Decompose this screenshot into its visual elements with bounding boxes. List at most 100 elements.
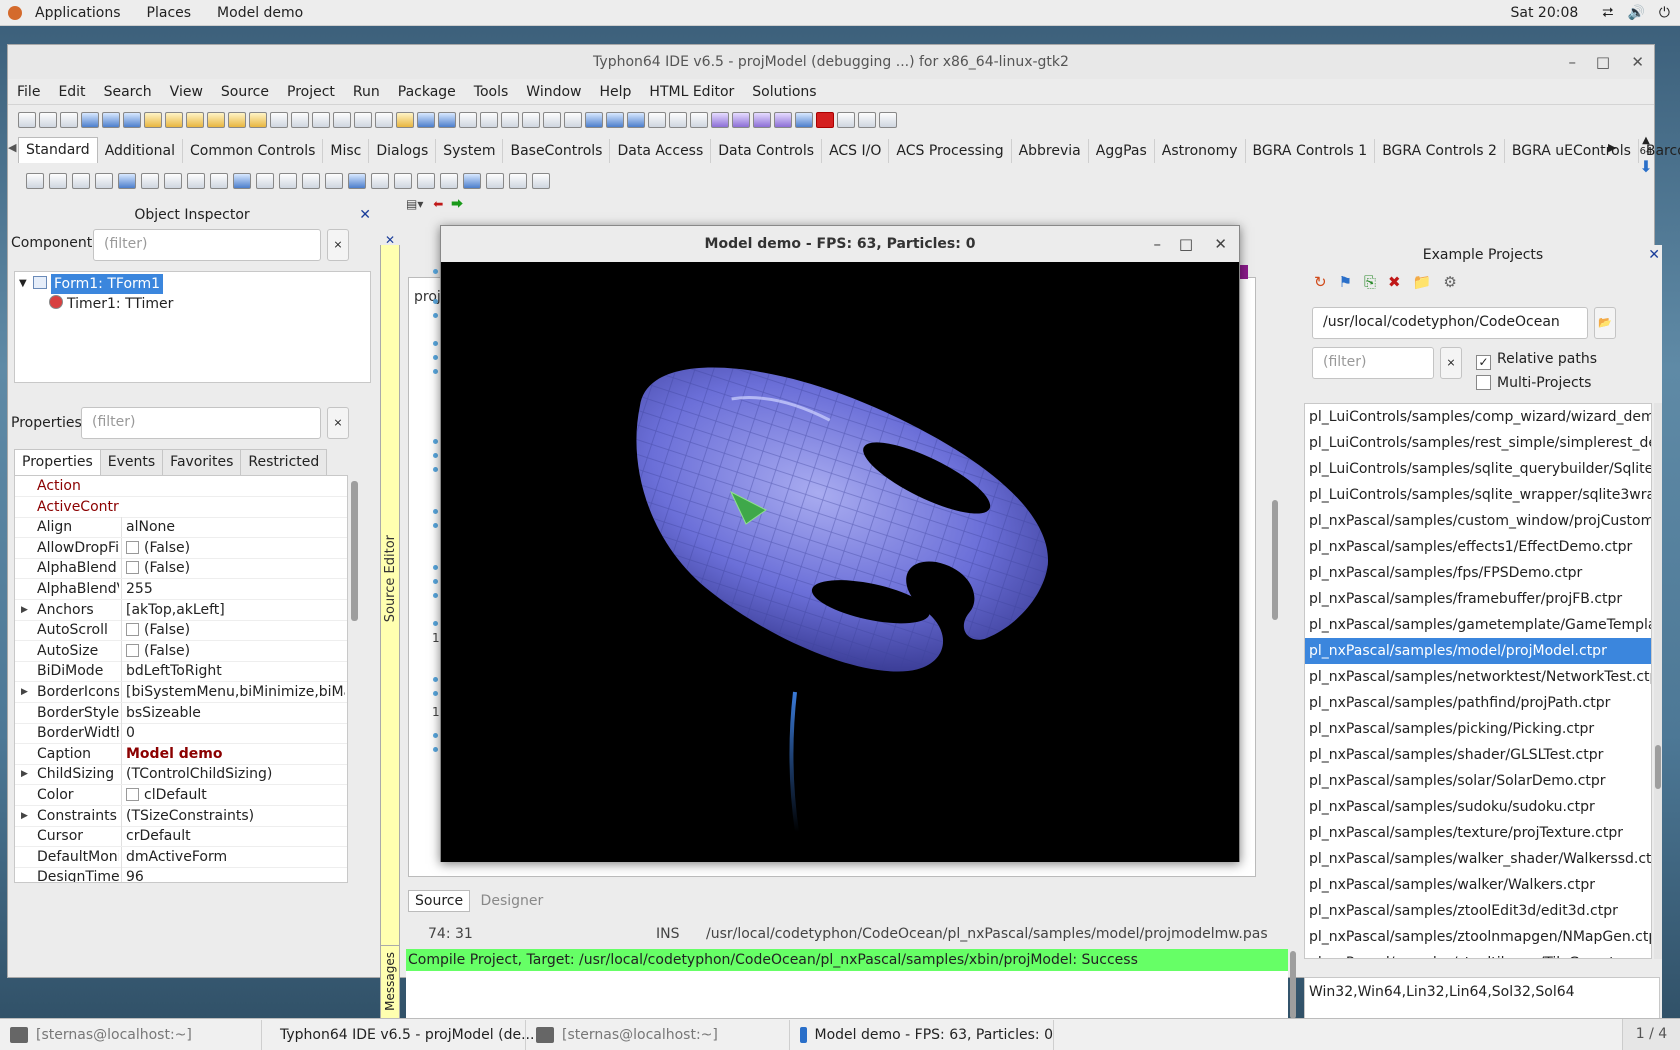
tab-bgra-controls-2[interactable]: BGRA Controls 2 (1375, 139, 1505, 163)
component-icon[interactable] (141, 173, 159, 189)
close-icon[interactable]: ✕ (1631, 45, 1644, 79)
toolbar-button-icon[interactable] (648, 112, 666, 128)
toolbar-button-icon[interactable] (102, 112, 120, 128)
places-menu[interactable]: Places (134, 5, 205, 21)
property-grid-scroll-thumb[interactable] (351, 481, 358, 621)
menu-html-editor[interactable]: HTML Editor (640, 84, 743, 100)
component-icon[interactable] (302, 173, 320, 189)
tree-node-form1[interactable]: Form1: TForm1 (51, 274, 164, 294)
example-project-item[interactable]: pl_nxPascal/samples/custom_window/projCu… (1305, 508, 1651, 534)
toolbar-button-icon[interactable] (438, 112, 456, 128)
component-icon[interactable] (440, 173, 458, 189)
tab-additional[interactable]: Additional (98, 139, 183, 163)
toolbar-button-icon[interactable] (333, 112, 351, 128)
tab-astronomy[interactable]: Astronomy (1155, 139, 1246, 163)
toolbar-button-icon[interactable] (39, 112, 57, 128)
example-project-item[interactable]: pl_nxPascal/samples/ztoolnmapgen/NMapGen… (1305, 924, 1651, 950)
power-icon[interactable]: ⏻ (1659, 5, 1670, 21)
refresh-icon[interactable]: ↻ (1314, 273, 1327, 291)
toolbar-button-icon[interactable] (816, 112, 834, 128)
example-path-field[interactable]: /usr/local/codetyphon/CodeOcean (1312, 307, 1588, 339)
example-project-item[interactable]: pl_nxPascal/samples/shader/GLSLTest.ctpr (1305, 742, 1651, 768)
component-icon[interactable] (187, 173, 205, 189)
tab-bgra-controls-1[interactable]: BGRA Controls 1 (1246, 139, 1376, 163)
toolbar-button-icon[interactable] (585, 112, 603, 128)
property-value[interactable]: Model demo (121, 743, 345, 764)
example-project-item[interactable]: pl_nxPascal/samples/solar/SolarDemo.ctpr (1305, 768, 1651, 794)
property-row[interactable]: AlphaBlend (False) (15, 558, 347, 580)
toolbar-button-icon[interactable] (396, 112, 414, 128)
tab-scroll-right-icon[interactable]: ▶ (1608, 141, 1616, 154)
settings-icon[interactable]: ⚙ (1443, 273, 1456, 291)
toolbar-button-icon[interactable] (564, 112, 582, 128)
example-project-item[interactable]: pl_nxPascal/samples/fps/FPSDemo.ctpr (1305, 560, 1651, 586)
tab-standard[interactable]: Standard (18, 137, 98, 163)
component-icon[interactable] (486, 173, 504, 189)
taskbar-item[interactable]: Typhon64 IDE v6.5 - projModel (de... (262, 1019, 534, 1050)
close-source-icon[interactable]: ✕ (385, 233, 395, 247)
toolbar-button-icon[interactable] (837, 112, 855, 128)
multi-projects-checkbox[interactable]: Multi-Projects (1476, 375, 1591, 391)
example-project-item[interactable]: pl_nxPascal/samples/walker_shader/Walker… (1305, 846, 1651, 872)
taskbar-item[interactable]: Model demo - FPS: 63, Particles: 0 (790, 1019, 1054, 1050)
property-row[interactable]: BorderWidth 0 (15, 723, 347, 745)
property-value[interactable]: (TSizeConstraints) (121, 805, 345, 826)
checkbox-icon[interactable] (126, 561, 139, 575)
tab-aggpas[interactable]: AggPas (1089, 139, 1155, 163)
component-icon[interactable] (532, 173, 550, 189)
example-filter[interactable]: (filter) (1312, 347, 1434, 379)
property-value[interactable]: 96 (121, 867, 345, 882)
prop-tab-favorites[interactable]: Favorites (162, 449, 242, 475)
property-row[interactable]: Align alNone (15, 517, 347, 539)
properties-filter[interactable]: (filter) (81, 407, 321, 439)
tab-scroll-left-icon[interactable]: ◀ (8, 141, 16, 154)
example-project-item[interactable]: pl_nxPascal/samples/sudoku/sudoku.ctpr (1305, 794, 1651, 820)
demo-maximize-icon[interactable]: □ (1179, 226, 1193, 262)
menu-run[interactable]: Run (344, 84, 389, 100)
toolbar-button-icon[interactable] (774, 112, 792, 128)
example-project-item[interactable]: pl_nxPascal/samples/ztooltilegen/TileGen… (1305, 950, 1651, 958)
tab-bgra-uecontrols[interactable]: BGRA uEControls (1505, 139, 1639, 163)
taskbar-item[interactable]: [sternas@localhost:~] (526, 1019, 790, 1050)
pointer-tool-icon[interactable] (26, 173, 44, 189)
relative-paths-checkbox[interactable]: ✓ Relative paths (1476, 351, 1597, 370)
example-project-item[interactable]: pl_nxPascal/samples/picking/Picking.ctpr (1305, 716, 1651, 742)
menu-view[interactable]: View (161, 84, 212, 100)
tab-acs-i-o[interactable]: ACS I/O (822, 139, 890, 163)
render-canvas[interactable] (441, 262, 1239, 862)
menu-window[interactable]: Window (517, 84, 590, 100)
component-icon[interactable] (279, 173, 297, 189)
toolbar-button-icon[interactable] (669, 112, 687, 128)
prop-tab-properties[interactable]: Properties (14, 449, 101, 475)
clear-filter-icon[interactable]: ⨯ (327, 229, 349, 261)
example-project-item[interactable]: pl_nxPascal/samples/pathfind/projPath.ct… (1305, 690, 1651, 716)
menu-search[interactable]: Search (95, 84, 161, 100)
property-row[interactable]: ▶ BorderIcons [biSystemMenu,biMinimize,biM… (15, 682, 347, 703)
menu-solutions[interactable]: Solutions (743, 84, 825, 100)
property-row[interactable]: AllowDropFiles (False) (15, 537, 347, 559)
property-value[interactable]: bdLeftToRight (121, 661, 345, 682)
toolbar-button-icon[interactable] (312, 112, 330, 128)
property-value[interactable]: 0 (121, 723, 345, 744)
tab-designer[interactable]: Designer (475, 891, 550, 911)
toolbar-button-icon[interactable] (606, 112, 624, 128)
clear-example-filter-icon[interactable]: ⨯ (1440, 347, 1462, 379)
prop-tab-events[interactable]: Events (99, 449, 164, 475)
tree-node-timer1[interactable]: Timer1: TTimer (67, 294, 173, 314)
toolbar-button-icon[interactable] (501, 112, 519, 128)
demo-minimize-icon[interactable]: – (1154, 226, 1162, 262)
workspace-pager[interactable]: 1 / 4 (1622, 1019, 1680, 1050)
example-project-item[interactable]: pl_nxPascal/samples/texture/projTexture.… (1305, 820, 1651, 846)
component-icon[interactable] (49, 173, 67, 189)
taskbar-item[interactable]: [sternas@localhost:~] (0, 1019, 262, 1050)
toolbar-button-icon[interactable] (375, 112, 393, 128)
maximize-icon[interactable]: □ (1596, 45, 1610, 79)
example-project-item[interactable]: pl_LuiControls/samples/comp_wizard/wizar… (1305, 404, 1651, 430)
collapse-arrow-icon[interactable]: ▼ (19, 274, 27, 294)
property-value[interactable]: (TControlChildSizing) (121, 764, 345, 785)
property-value[interactable]: 255 (121, 579, 345, 599)
property-row[interactable]: ActiveControl (15, 497, 347, 518)
editor-scroll-thumb[interactable] (1272, 500, 1278, 620)
platforms-field[interactable]: Win32,Win64,Lin32,Lin64,Sol32,Sol64 (1304, 977, 1660, 1021)
toolbar-button-icon[interactable] (522, 112, 540, 128)
